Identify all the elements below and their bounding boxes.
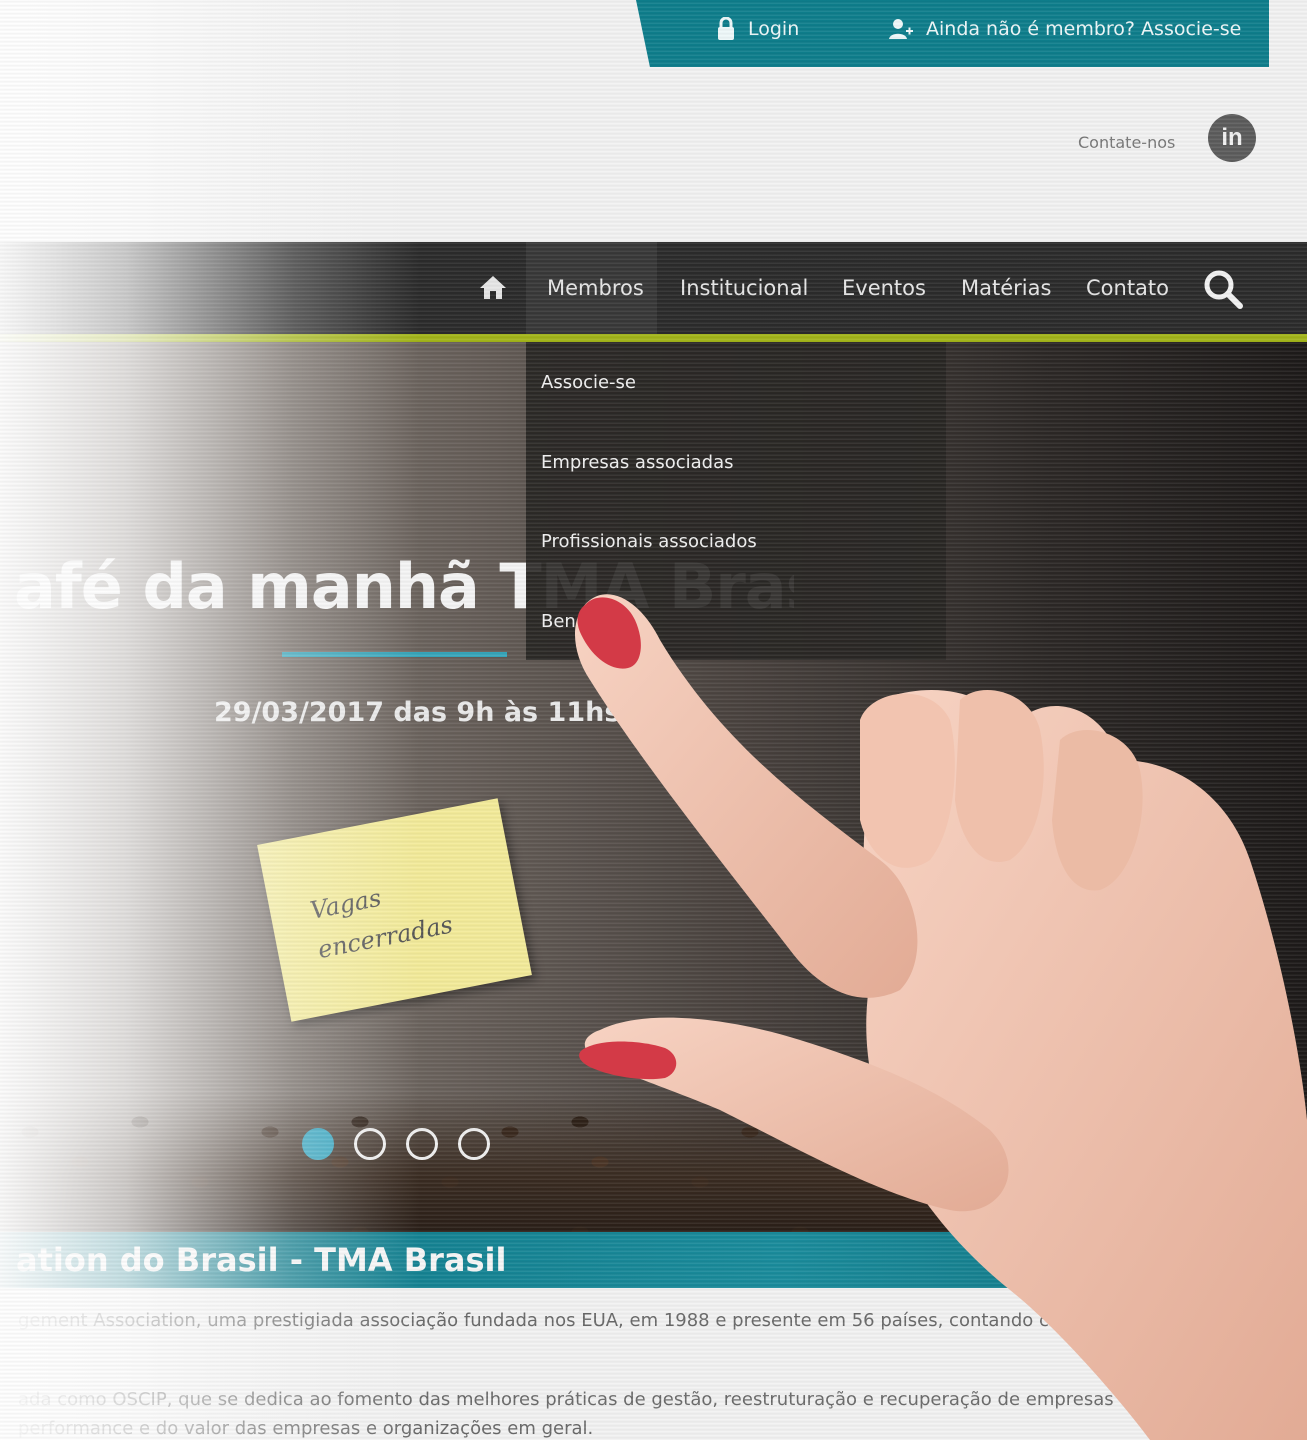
coffee-beans-image [0, 1092, 1307, 1232]
search-icon[interactable] [1202, 268, 1244, 310]
paragraph-2-line-2: performance e do valor das empresas e or… [18, 1418, 594, 1439]
nav-item-materias[interactable]: Matérias [961, 276, 1051, 300]
add-user-icon [889, 19, 913, 39]
nav-item-membros[interactable]: Membros [547, 276, 644, 300]
nav-accent-bar [0, 334, 1307, 342]
home-icon[interactable] [479, 274, 507, 300]
slider-dot[interactable] [458, 1128, 490, 1160]
hero-divider [282, 652, 507, 657]
nav-item-institucional[interactable]: Institucional [680, 276, 808, 300]
linkedin-label: in [1221, 124, 1243, 151]
login-link[interactable]: Login [716, 17, 799, 41]
dropdown-item-associe[interactable]: Associe-se [541, 372, 636, 393]
dropdown-item-empresas[interactable]: Empresas associadas [541, 452, 733, 473]
slider-dot[interactable] [354, 1128, 386, 1160]
nav-item-contato[interactable]: Contato [1086, 276, 1169, 300]
join-link[interactable]: Ainda não é membro? Associe-se [888, 17, 1241, 41]
join-label: Ainda não é membro? Associe-se [926, 18, 1242, 40]
login-label: Login [748, 18, 800, 40]
member-bar: Login Ainda não é membro? Associe-se [636, 0, 1269, 67]
slider-dots [302, 1128, 490, 1160]
section-title: ation do Brasil - TMA Brasil [16, 1241, 507, 1279]
nav-item-eventos[interactable]: Eventos [842, 276, 926, 300]
linkedin-icon[interactable]: in [1208, 114, 1256, 162]
paragraph-2-line-1: ada como OSCIP, que se dedica ao fomento… [18, 1389, 1164, 1410]
slider-dot[interactable] [406, 1128, 438, 1160]
contact-link[interactable]: Contate-nos [1078, 133, 1175, 152]
paragraph-1: gement Association, uma prestigiada asso… [18, 1310, 1078, 1331]
membros-dropdown: Associe-se Empresas associadas Profissio… [526, 342, 946, 660]
slider-dot[interactable] [302, 1128, 334, 1160]
hero-date: 29/03/2017 das 9h às 11hs [214, 697, 621, 728]
lock-icon [718, 17, 734, 40]
dropdown-item-beneficios[interactable]: Ben [541, 611, 576, 632]
main-nav: Membros Institucional Eventos Matérias C… [0, 242, 1307, 334]
dropdown-item-profissionais[interactable]: Profissionais associados [541, 531, 757, 552]
